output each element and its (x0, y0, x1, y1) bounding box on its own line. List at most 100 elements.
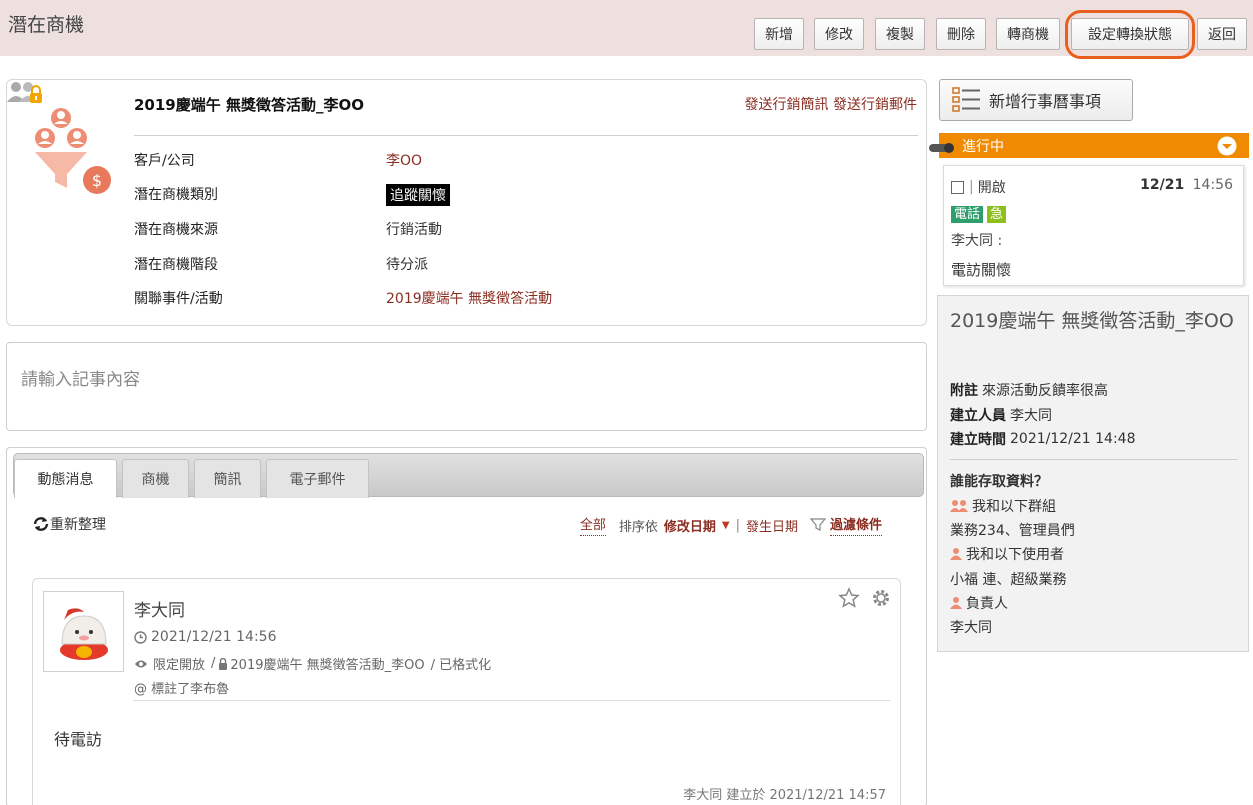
back-button[interactable]: 返回 (1197, 18, 1247, 50)
convert-to-opportunity-button[interactable]: 轉商機 (996, 18, 1060, 50)
marketing-links: 發送行銷簡訊 發送行銷郵件 (745, 94, 917, 114)
task-datetime: 12/21 14:56 (1140, 177, 1233, 193)
add-button[interactable]: 新增 (754, 18, 804, 50)
in-progress-header[interactable]: 進行中 (929, 133, 1249, 158)
task-person: 李大同 : (951, 233, 1003, 249)
event-link[interactable]: 2019慶端午 無獎徵答活動 (386, 288, 552, 308)
creator-value: 李大同 (1010, 408, 1052, 424)
in-progress-label: 進行中 (962, 138, 1004, 155)
user-icon (950, 548, 962, 560)
filter-icon[interactable] (809, 518, 826, 532)
tab-email[interactable]: 電子郵件 (266, 459, 369, 498)
list-icon (952, 87, 980, 112)
tag-phone: 電話 (951, 206, 984, 223)
access-user-row: 我和以下使用者 (950, 544, 1064, 564)
notes-placeholder: 請輸入記事內容 (21, 370, 140, 390)
post-actions (838, 587, 892, 609)
task-date: 12/21 (1140, 177, 1185, 193)
post-body: 待電訪 (54, 730, 103, 749)
record-title: 2019慶端午 無獎徵答活動_李OO (134, 96, 364, 114)
access-owner-row: 負責人 (950, 593, 1008, 613)
filter-conditions-link[interactable]: 過濾條件 (829, 514, 882, 536)
owner-icon (950, 597, 962, 609)
refresh-button[interactable]: 重新整理 (32, 514, 106, 534)
post-author[interactable]: 李大同 (134, 596, 185, 621)
summary-created-row: 建立時間 2021/12/21 14:48 (950, 429, 1136, 449)
clock-icon (134, 630, 147, 644)
task-checkbox[interactable] (951, 180, 964, 194)
chevron-down-icon[interactable] (1217, 136, 1237, 156)
category-tag: 追蹤關懷 (386, 184, 450, 206)
send-sms-link[interactable]: 發送行銷簡訊 (745, 97, 829, 113)
feed-panel: 動態消息 商機 簡訊 電子郵件 重新整理 全部 排序依 修改日期 ▼ | 發生日… (6, 447, 927, 805)
add-calendar-label: 新增行事曆事項 (989, 92, 1102, 111)
top-bar: 潛在商機 新增 修改 複製 刪除 轉商機 設定轉換狀態 返回 (0, 0, 1253, 56)
sort-by-label: 排序依 (618, 519, 658, 535)
post-time: 2021/12/21 14:56 (151, 629, 277, 645)
star-icon[interactable] (838, 587, 860, 609)
created-label: 建立時間 (950, 432, 1006, 448)
summary-note-row: 附註 來源活動反饋率很高 (950, 380, 1108, 400)
summary-title: 2019慶端午 無獎徵答活動_李OO (950, 310, 1234, 332)
field-label: 潛在商機類別 (134, 187, 218, 203)
mascot-avatar-icon (60, 608, 108, 660)
sort-modified-link[interactable]: 修改日期 (664, 516, 716, 535)
task-tags: 電話 急 (951, 206, 1007, 223)
creator-label: 建立人員 (950, 408, 1006, 424)
set-conversion-status-button[interactable]: 設定轉換狀態 (1071, 18, 1189, 50)
tag-urgent: 急 (987, 206, 1007, 223)
field-label: 關聯事件/活動 (134, 291, 223, 307)
access-owner-value: 李大同 (950, 620, 992, 636)
add-calendar-event-button[interactable]: 新增行事曆事項 (939, 79, 1133, 121)
tab-opportunity[interactable]: 商機 (122, 459, 189, 498)
lead-info-card: $ 2019慶端午 無獎徵答活動_李OO 發送行銷簡訊 發送行銷郵件 客戶/公司… (6, 79, 927, 326)
tab-sms[interactable]: 簡訊 (194, 459, 261, 498)
field-label: 客戶/公司 (134, 153, 195, 169)
post-formatted: / 已格式化 (430, 658, 492, 673)
group-label: 我和以下群組 (972, 499, 1056, 515)
task-card[interactable]: | 開啟 12/21 14:56 電話 急 李大同 : 電訪關懷 (943, 165, 1244, 286)
filter-all-link[interactable]: 全部 (579, 514, 606, 536)
post-mention: @ 標註了李布魯 (134, 682, 230, 697)
owner-label: 負責人 (966, 596, 1008, 612)
copy-button[interactable]: 複製 (875, 18, 925, 50)
group-icon (950, 500, 968, 512)
post-visibility-row: 限定開放 / 2019慶端午 無獎徵答活動_李OO / 已格式化 (134, 654, 491, 673)
separator: | (969, 179, 974, 195)
delete-button[interactable]: 刪除 (936, 18, 986, 50)
task-status: 開啟 (977, 180, 1006, 196)
lock-icon (219, 657, 228, 670)
gear-icon[interactable] (870, 587, 892, 609)
divider (950, 459, 1238, 460)
tab-bar: 動態消息 商機 簡訊 電子郵件 (13, 453, 924, 498)
note-value: 來源活動反饋率很高 (982, 383, 1108, 399)
edit-button[interactable]: 修改 (814, 18, 864, 50)
field-label: 潛在商機階段 (134, 257, 218, 273)
field-value: 待分派 (386, 257, 428, 273)
meta-slash: / (211, 656, 216, 671)
access-group-row: 我和以下群組 (950, 496, 1056, 516)
task-time: 14:56 (1192, 177, 1233, 193)
avatar (43, 591, 124, 672)
note-label: 附註 (950, 383, 978, 399)
refresh-label: 重新整理 (50, 517, 106, 533)
notes-input[interactable]: 請輸入記事內容 (6, 342, 927, 431)
refresh-icon (33, 517, 49, 531)
post-footer: 李大同 建立於 2021/12/21 14:57 (683, 788, 886, 803)
summary-creator-row: 建立人員 李大同 (950, 405, 1052, 425)
sort-bar: 全部 排序依 修改日期 ▼ | 發生日期 過濾條件 (579, 514, 882, 536)
send-mail-link[interactable]: 發送行銷郵件 (833, 97, 917, 113)
caret-down-icon[interactable]: ▼ (722, 520, 730, 531)
field-value: 行銷活動 (386, 222, 442, 238)
access-user-value: 小福 連、超級業務 (950, 572, 1067, 588)
post-linked-record[interactable]: 2019慶端午 無獎徵答活動_李OO (230, 654, 424, 673)
customer-link[interactable]: 李OO (386, 150, 422, 170)
access-group-value: 業務234、管理員們 (950, 523, 1075, 539)
sort-occurred-link[interactable]: 發生日期 (746, 516, 798, 535)
post-time-row: 2021/12/21 14:56 (134, 629, 277, 645)
record-summary-panel: 2019慶端午 無獎徵答活動_李OO 附註 來源活動反饋率很高 建立人員 李大同… (937, 295, 1249, 652)
eye-icon (135, 660, 147, 667)
divider (134, 135, 918, 136)
tab-activity[interactable]: 動態消息 (14, 459, 117, 498)
created-value: 2021/12/21 14:48 (1010, 431, 1136, 447)
